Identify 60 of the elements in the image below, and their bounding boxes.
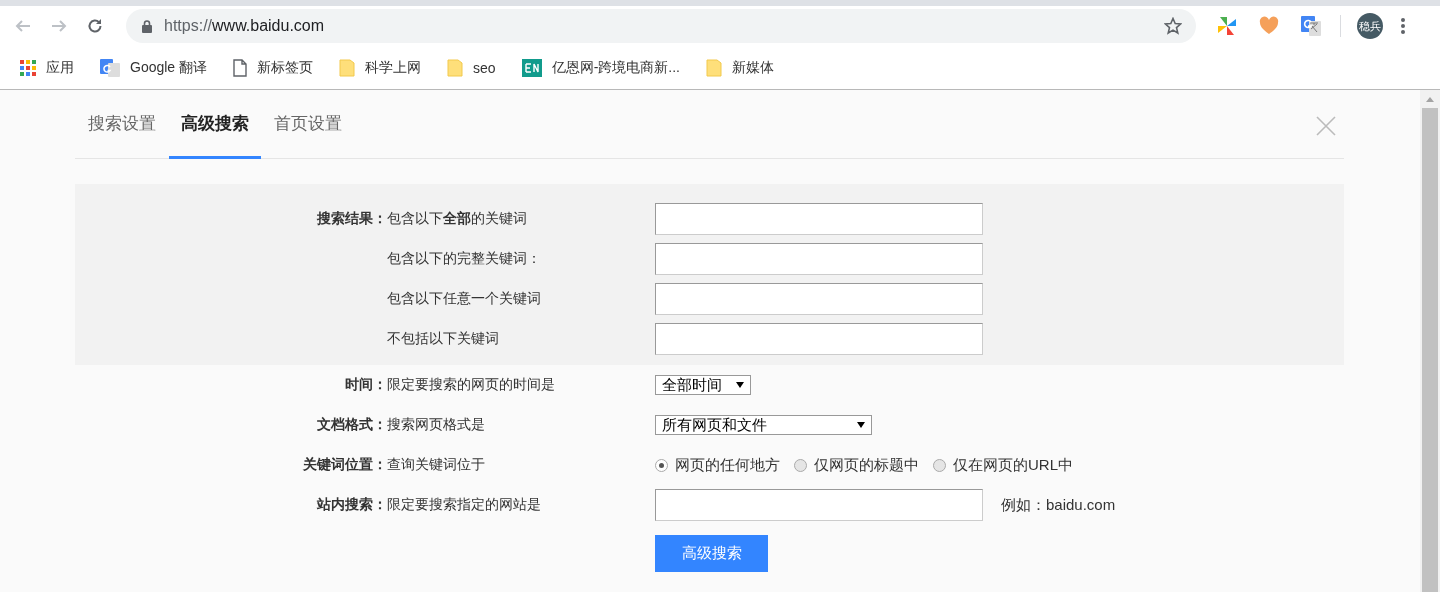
tab[interactable]: 搜索设置 bbox=[75, 90, 168, 159]
address-bar[interactable]: https://www.baidu.com bbox=[126, 9, 1196, 43]
folder-icon bbox=[705, 58, 722, 77]
field-description: 包含以下全部的关键词 bbox=[387, 210, 528, 228]
close-button[interactable] bbox=[1316, 116, 1336, 136]
site-logo-icon bbox=[521, 58, 542, 77]
star-icon[interactable] bbox=[1164, 17, 1182, 35]
caret-icon bbox=[857, 422, 865, 428]
scroll-up-icon bbox=[1426, 97, 1434, 102]
folder-icon bbox=[447, 58, 464, 77]
radio-option[interactable]: 网页的任何地方 bbox=[655, 455, 780, 475]
field-label: 文档格式： bbox=[316, 416, 387, 434]
field-description: 限定要搜索指定的网站是 bbox=[387, 496, 542, 514]
bookmark[interactable]: Google 翻译 bbox=[92, 52, 216, 83]
heart-icon[interactable] bbox=[1258, 15, 1280, 37]
translate-icon bbox=[100, 57, 120, 78]
lock-icon bbox=[142, 19, 152, 33]
field-label: 关键词位置： bbox=[302, 456, 387, 474]
field-description: 搜索网页格式是 bbox=[387, 416, 486, 434]
dropdown[interactable]: 所有网页和文件 bbox=[655, 415, 872, 435]
bookmark[interactable]: 新媒体 bbox=[697, 52, 782, 83]
radio-option[interactable]: 仅网页的标题中 bbox=[794, 455, 919, 475]
field-description: 包含以下任意一个关键词 bbox=[387, 290, 542, 308]
radio-button[interactable] bbox=[794, 458, 807, 472]
translate-icon[interactable] bbox=[1300, 15, 1322, 37]
bookmark[interactable]: 新标签页 bbox=[225, 52, 322, 83]
keyword-input[interactable] bbox=[655, 283, 983, 315]
bookmark[interactable]: 应用 bbox=[12, 52, 82, 83]
pinwheel-icon[interactable] bbox=[1216, 15, 1238, 37]
bookmark[interactable]: 亿恩网-跨境电商新... bbox=[513, 52, 688, 83]
caret-icon bbox=[736, 382, 744, 388]
menu-button[interactable] bbox=[1401, 18, 1405, 34]
keyword-input[interactable] bbox=[655, 323, 983, 355]
field-description: 查询关键词位于 bbox=[387, 456, 486, 474]
field-label: 站内搜索： bbox=[316, 496, 387, 514]
tab[interactable]: 高级搜索 bbox=[169, 90, 261, 159]
site-input[interactable] bbox=[655, 489, 983, 521]
url-text: https://www.baidu.com bbox=[164, 17, 326, 35]
dropdown[interactable]: 全部时间 bbox=[655, 375, 751, 395]
bookmark[interactable]: seo bbox=[439, 52, 504, 83]
page-icon bbox=[233, 58, 248, 77]
apps-grid-icon bbox=[20, 59, 36, 76]
advanced-search-button[interactable]: 高级搜索 bbox=[655, 535, 768, 572]
radio-button[interactable] bbox=[933, 458, 946, 472]
tab[interactable]: 首页设置 bbox=[262, 90, 354, 159]
field-description: 限定要搜索的网页的时间是 bbox=[387, 376, 556, 394]
field-label: 时间： bbox=[344, 376, 387, 394]
scrollbar[interactable] bbox=[1420, 90, 1440, 592]
folder-icon bbox=[339, 58, 356, 77]
field-description: 不包括以下关键词 bbox=[387, 330, 500, 348]
profile-avatar[interactable]: 稳兵 bbox=[1357, 13, 1383, 39]
example-hint: 例如：baidu.com bbox=[1001, 495, 1116, 515]
field-label: 搜索结果： bbox=[316, 210, 387, 228]
bookmark[interactable]: 科学上网 bbox=[331, 52, 430, 83]
field-description: 包含以下的完整关键词： bbox=[387, 250, 542, 268]
reload-icon bbox=[86, 17, 104, 35]
radio-button[interactable] bbox=[655, 458, 668, 472]
radio-option[interactable]: 仅在网页的URL中 bbox=[933, 455, 1073, 475]
keyword-input[interactable] bbox=[655, 243, 983, 275]
keyword-input[interactable] bbox=[655, 203, 983, 235]
